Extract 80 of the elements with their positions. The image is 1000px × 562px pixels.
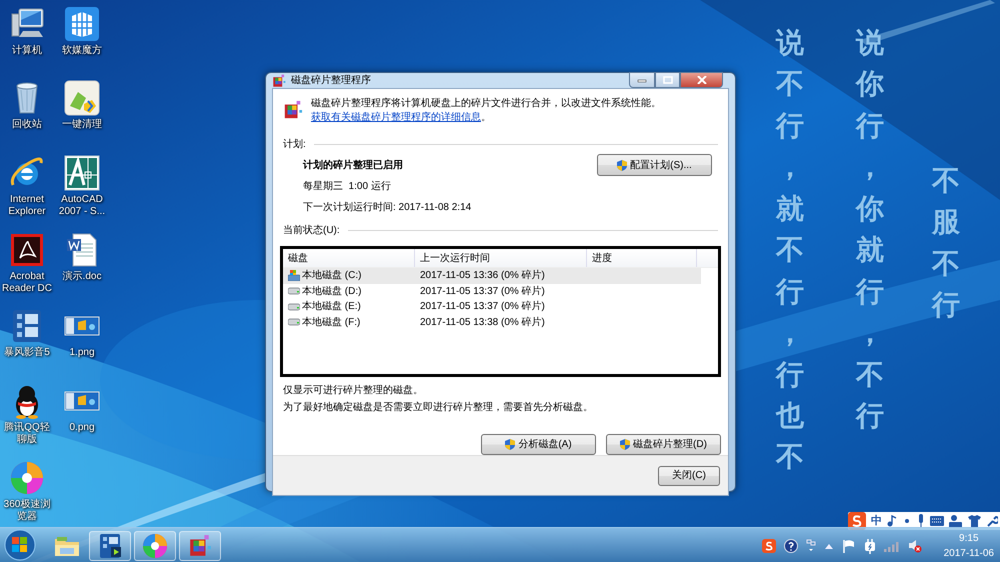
last-run-text: 2017-11-05 13:36 (0% 碎片) — [420, 268, 545, 284]
window-title: 磁盘碎片整理程序 — [291, 74, 371, 88]
shield-icon — [505, 439, 516, 450]
section-label: 计划: — [283, 138, 306, 152]
maximize-button[interactable] — [655, 72, 680, 88]
last-run-text: 2017-11-05 13:38 (0% 碎片) — [420, 316, 545, 330]
minimize-icon — [637, 77, 647, 83]
icon-label[interactable]: Acrobat Reader DC — [0, 271, 54, 295]
wallpaper-text: 说你行，你就行，不行 — [856, 26, 884, 433]
defrag-icon — [188, 534, 212, 558]
shield-icon — [620, 439, 630, 450]
schedule-frequency: 每星期三 1:00 运行 — [303, 180, 392, 194]
column-header[interactable]: 上一次运行时间 — [415, 249, 587, 267]
network-arrows-icon[interactable] — [806, 538, 816, 552]
taskbar-app[interactable] — [179, 531, 221, 561]
close-button[interactable] — [680, 72, 723, 88]
defragment-button[interactable]: 磁盘碎片整理(D) — [606, 434, 721, 455]
video-player-icon — [97, 533, 123, 559]
icon-label[interactable]: 一键清理 — [62, 119, 102, 131]
clock-time: 9:15 — [958, 532, 980, 546]
drive-icon — [288, 287, 300, 296]
configure-schedule-button[interactable]: 配置计划(S)... — [597, 154, 712, 176]
show-hidden-icons-button[interactable] — [824, 542, 834, 550]
icon-label[interactable]: 演示.doc — [62, 271, 102, 283]
wallpaper-text: 说不行，就不行，行也不 — [776, 26, 804, 474]
folder-icon — [53, 534, 81, 558]
input-mode-toggle[interactable]: 中 — [871, 512, 882, 530]
disk-name[interactable]: 本地磁盘 (C:) — [302, 268, 362, 284]
minimize-button[interactable] — [629, 72, 655, 88]
microphone-icon[interactable] — [917, 514, 925, 528]
icon-label[interactable]: 软媒魔方 — [62, 45, 102, 57]
drive-icon — [288, 302, 300, 311]
cube-icon[interactable] — [64, 6, 100, 42]
icon-label[interactable]: Internet Explorer — [0, 194, 54, 218]
taskbar-app[interactable] — [89, 531, 131, 561]
color-wheel-icon — [142, 533, 168, 559]
app-icon — [272, 74, 286, 88]
cad-icon[interactable] — [64, 155, 100, 191]
shield-icon — [617, 160, 628, 170]
disk-name[interactable]: 本地磁盘 (D:) — [302, 284, 362, 299]
icon-label[interactable]: 计算机 — [12, 45, 42, 57]
disk-name[interactable]: 本地磁盘 (F:) — [302, 314, 360, 330]
details-link[interactable]: 获取有关磁盘碎片整理程序的详细信息 — [310, 112, 481, 123]
volume-icon[interactable] — [908, 538, 922, 552]
clock[interactable]: 9:15 2017-11-06 — [944, 530, 994, 560]
last-run-text: 2017-11-05 13:37 (0% 碎片) — [420, 284, 545, 299]
column-header[interactable]: 磁盘 — [283, 249, 415, 267]
close-dialog-button[interactable]: 关闭(C) — [658, 466, 720, 486]
note-text: 为了最好地确定磁盘是否需要立即进行碎片整理，需要首先分析磁盘。 — [283, 400, 594, 415]
wrench-icon[interactable] — [986, 515, 998, 527]
flag-icon[interactable] — [842, 538, 856, 552]
shirt-icon[interactable] — [968, 515, 981, 527]
system-drive-icon — [288, 270, 300, 282]
ime-tray-icon[interactable] — [762, 538, 776, 552]
column-header[interactable]: 进度 — [587, 249, 697, 267]
icon-label[interactable]: AutoCAD 2007 - S... — [55, 194, 109, 218]
keyboard-icon[interactable] — [930, 516, 944, 526]
note-text: 仅显示可进行碎片整理的磁盘。 — [283, 384, 424, 398]
help-icon[interactable] — [784, 538, 798, 552]
drive-icon — [288, 318, 300, 326]
intro-text: 磁盘碎片整理程序将计算机硬盘上的碎片文件进行合并，以改进文件系统性能。 获取有关磁盘碎片整理程序的详细信息。 — [310, 97, 662, 125]
power-plug-icon[interactable] — [864, 538, 876, 554]
icon-label[interactable]: 1.png — [69, 347, 95, 359]
music-note-icon[interactable] — [887, 515, 897, 527]
next-run-text: 下一次计划运行时间: 2017-11-08 2:14 — [303, 200, 472, 215]
pdf-reader-icon[interactable] — [9, 232, 45, 268]
last-run-text: 2017-11-05 13:37 (0% 碎片) — [420, 300, 545, 314]
clock-date: 2017-11-06 — [944, 546, 994, 560]
maximize-icon — [662, 76, 672, 84]
wallpaper-text: 不服不行 — [932, 164, 960, 322]
analyze-disk-button[interactable]: 分析磁盘(A) — [481, 434, 596, 455]
start-button[interactable] — [4, 529, 36, 561]
disk-name[interactable]: 本地磁盘 (E:) — [302, 299, 361, 314]
icon-label[interactable]: 回收站 — [12, 119, 42, 131]
user-icon[interactable] — [949, 514, 963, 528]
broom-icon[interactable] — [64, 80, 100, 116]
section-label: 当前状态(U): — [283, 224, 340, 238]
schedule-status: 计划的碎片整理已启用 — [303, 158, 404, 173]
close-icon — [696, 76, 706, 84]
color-wheel-icon[interactable] — [9, 460, 45, 496]
